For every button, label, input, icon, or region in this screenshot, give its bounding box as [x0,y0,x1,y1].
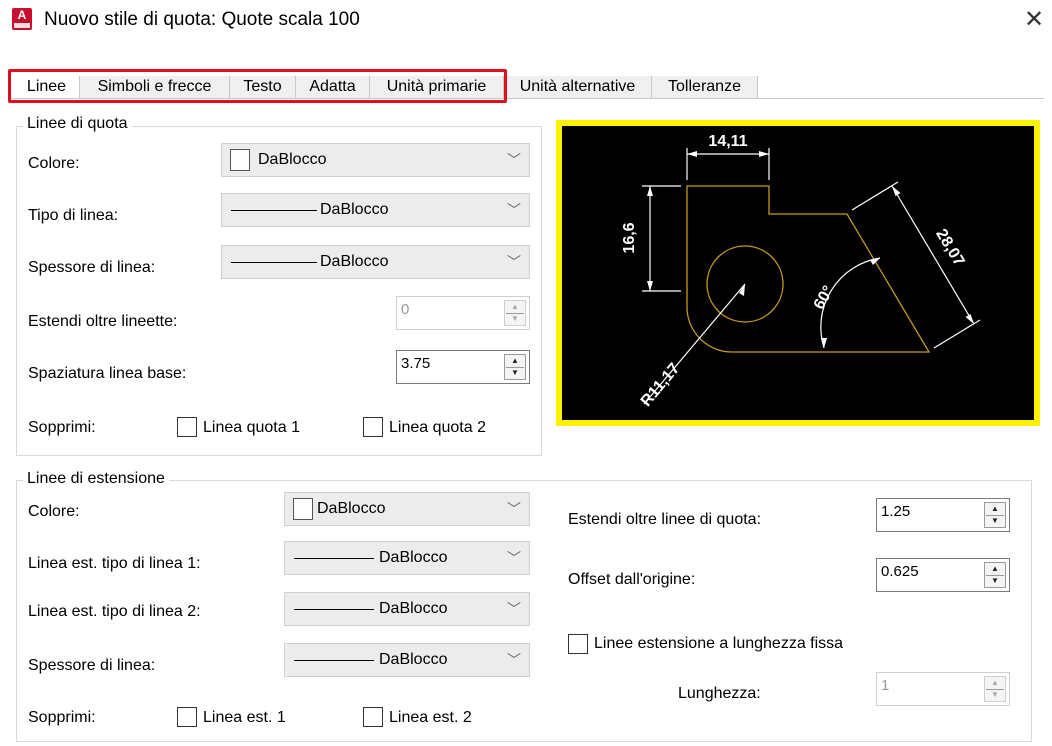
ext-color-value: DaBlocco [317,500,386,517]
chevron-down-icon: ﹀ [507,550,521,566]
ext-linetype-2-dropdown[interactable]: DaBlocco ﹀ [284,592,530,626]
length-value: 1 [881,677,890,694]
suppress-dim-line-1-checkbox[interactable] [177,417,197,437]
chevron-down-icon: ﹀ [507,254,521,270]
dim-suppress-label: Sopprimi: [28,419,96,436]
ext-linetype-1-dropdown[interactable]: DaBlocco ﹀ [284,541,530,575]
ext-color-label: Colore: [28,503,80,520]
lineweight-sample [294,660,374,661]
extend-beyond-label: Estendi oltre linee di quota: [568,511,762,528]
chevron-down-icon: ﹀ [507,652,521,668]
dim-color-value: DaBlocco [258,151,327,168]
baseline-spacing-spinner[interactable]: 3.75 ▲ ▼ [396,350,530,384]
ext-linetype-1-value: DaBlocco [379,549,448,566]
extend-ticks-spinner[interactable]: 0 ▲ ▼ [396,296,530,330]
spinner-arrows[interactable]: ▲ ▼ [984,676,1006,702]
dim-linetype-value: DaBlocco [320,201,389,218]
chevron-down-icon: ﹀ [507,152,521,168]
lineweight-sample [231,262,317,263]
dim-color-label: Colore: [28,155,80,172]
linetype-sample [231,210,317,211]
ext-lineweight-label: Spessore di linea: [28,657,156,674]
dimension-lines-legend: Linee di quota [23,114,132,134]
linetype-sample [294,558,374,559]
chevron-down-icon: ﹀ [507,501,521,517]
length-spinner[interactable]: 1 ▲ ▼ [876,672,1010,706]
suppress-ext-line-1-checkbox[interactable] [177,707,197,727]
tab-unita-alternative[interactable]: Unità alternative [504,76,652,98]
ext-linetype-2-label: Linea est. tipo di linea 2: [28,603,201,620]
suppress-dim-line-1-label: Linea quota 1 [203,419,300,436]
extension-lines-legend: Linee di estensione [23,469,169,489]
autocad-app-icon: A [12,8,32,30]
spinner-arrows[interactable]: ▲ ▼ [504,354,526,380]
close-icon[interactable]: ✕ [1024,8,1044,32]
dim-lineweight-dropdown[interactable]: DaBlocco ﹀ [221,245,530,279]
ext-lineweight-value: DaBlocco [379,651,448,668]
suppress-ext-line-2-label: Linea est. 2 [389,709,472,726]
suppress-ext-line-1-label: Linea est. 1 [203,709,286,726]
baseline-spacing-value: 3.75 [401,355,431,372]
preview-panel: 14,11 16,6 28,07 60° R11,17 [556,120,1040,426]
suppress-dim-line-2-checkbox[interactable] [363,417,383,437]
window-title: Nuovo stile di quota: Quote scala 100 [44,9,360,30]
offset-origin-spinner[interactable]: 0.625 ▲ ▼ [876,558,1010,592]
dim-lineweight-value: DaBlocco [320,253,389,270]
spinner-arrows[interactable]: ▲ ▼ [984,562,1006,588]
spinner-arrows[interactable]: ▲ ▼ [984,502,1006,528]
chevron-down-icon: ﹀ [507,202,521,218]
suppress-dim-line-2-label: Linea quota 2 [389,419,486,436]
ext-lineweight-dropdown[interactable]: DaBlocco ﹀ [284,643,530,677]
fixed-length-label: Linee estensione a lunghezza fissa [594,635,844,652]
tab-tolleranze[interactable]: Tolleranze [652,76,758,98]
ext-linetype-2-value: DaBlocco [379,600,448,617]
tab-highlight-box [8,69,507,103]
dim-linetype-dropdown[interactable]: DaBlocco ﹀ [221,193,530,227]
spinner-arrows[interactable]: ▲ ▼ [504,300,526,326]
chevron-down-icon: ﹀ [507,601,521,617]
dimension-preview-drawing: 14,11 16,6 28,07 60° R11,17 [621,133,981,410]
extend-beyond-spinner[interactable]: 1.25 ▲ ▼ [876,498,1010,532]
ext-linetype-1-label: Linea est. tipo di linea 1: [28,555,201,572]
length-label: Lunghezza: [678,685,761,702]
extend-ticks-label: Estendi oltre lineette: [28,313,178,330]
extend-ticks-value: 0 [401,301,410,318]
color-swatch [230,149,250,171]
linetype-sample [294,609,374,610]
dim-linetype-label: Tipo di linea: [28,207,119,224]
baseline-spacing-label: Spaziatura linea base: [28,365,187,382]
color-swatch [293,498,313,520]
dim-color-dropdown[interactable]: DaBlocco ﹀ [221,143,530,177]
preview-dim-radius: R11,17 [638,360,684,410]
extend-beyond-value: 1.25 [881,503,911,520]
ext-color-dropdown[interactable]: DaBlocco ﹀ [284,492,530,526]
dim-lineweight-label: Spessore di linea: [28,259,156,276]
offset-origin-value: 0.625 [881,563,919,580]
preview-dim-top: 14,11 [708,133,747,150]
fixed-length-checkbox[interactable] [568,634,588,654]
preview-dim-left: 16,6 [621,222,638,253]
offset-origin-label: Offset dall'origine: [568,571,696,588]
suppress-ext-line-2-checkbox[interactable] [363,707,383,727]
ext-suppress-label: Sopprimi: [28,709,96,726]
